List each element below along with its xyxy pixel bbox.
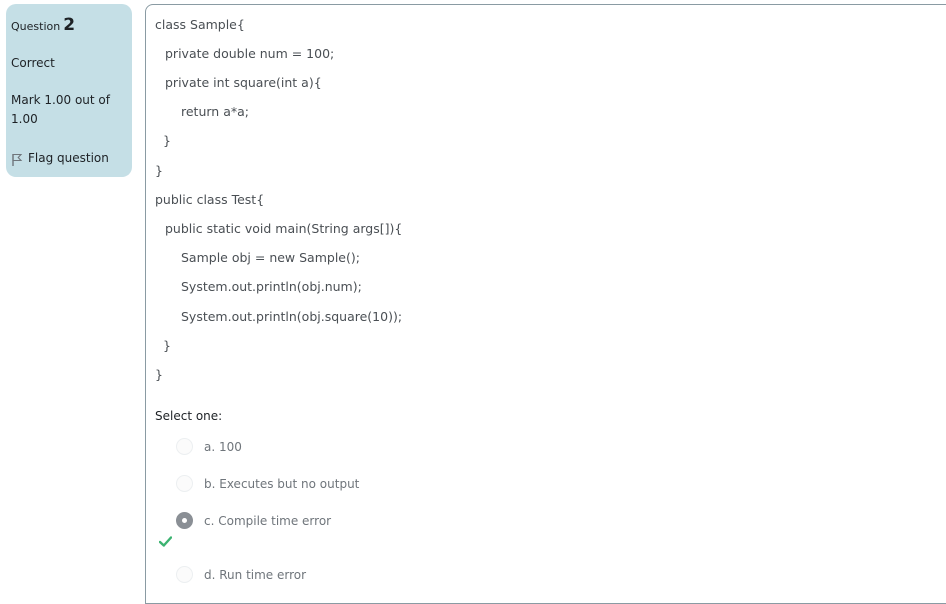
question-grade: Mark 1.00 out of 1.00 — [11, 93, 110, 126]
question-state: Correct — [11, 56, 55, 70]
question-label: Question — [11, 20, 61, 33]
code-line: } — [163, 133, 171, 148]
code-line: private int square(int a){ — [165, 75, 322, 90]
question-content: class Sample{ private double num = 100; … — [145, 4, 946, 604]
code-line: } — [155, 367, 163, 382]
question-number: 2 — [63, 15, 76, 35]
code-line: public static void main(String args[]){ — [165, 221, 403, 236]
radio-button-selected[interactable] — [176, 512, 193, 529]
answer-option-c[interactable]: c. Compile time error — [176, 512, 331, 529]
radio-button[interactable] — [176, 475, 193, 492]
code-line: System.out.println(obj.square(10)); — [181, 309, 403, 324]
code-line: return a*a; — [181, 104, 249, 119]
flag-question-label: Flag question — [28, 151, 109, 165]
code-line: } — [155, 163, 163, 178]
code-line: class Sample{ — [155, 17, 245, 32]
code-line: public class Test{ — [155, 192, 265, 207]
option-label: b. Executes but no output — [204, 476, 360, 491]
answer-prompt: Select one: — [155, 409, 223, 423]
answer-option-b[interactable]: b. Executes but no output — [176, 475, 359, 492]
option-label: d. Run time error — [204, 567, 307, 582]
answer-option-d[interactable]: d. Run time error — [176, 566, 306, 583]
code-line: private double num = 100; — [165, 46, 335, 61]
code-line: Sample obj = new Sample(); — [181, 250, 360, 265]
radio-button[interactable] — [176, 438, 193, 455]
answer-option-a[interactable]: a. 100 — [176, 438, 242, 455]
flag-icon — [12, 153, 23, 166]
option-label: c. Compile time error — [204, 513, 332, 528]
code-line: System.out.println(obj.num); — [181, 279, 362, 294]
question-heading: Question 2 — [11, 15, 75, 35]
correct-check-icon — [159, 536, 172, 547]
radio-button[interactable] — [176, 566, 193, 583]
flag-question-button[interactable]: Flag question — [11, 149, 109, 167]
option-label: a. 100 — [204, 439, 242, 454]
code-line: } — [163, 338, 171, 353]
question-info-panel: Question 2 Correct Mark 1.00 out of 1.00 … — [6, 4, 132, 177]
